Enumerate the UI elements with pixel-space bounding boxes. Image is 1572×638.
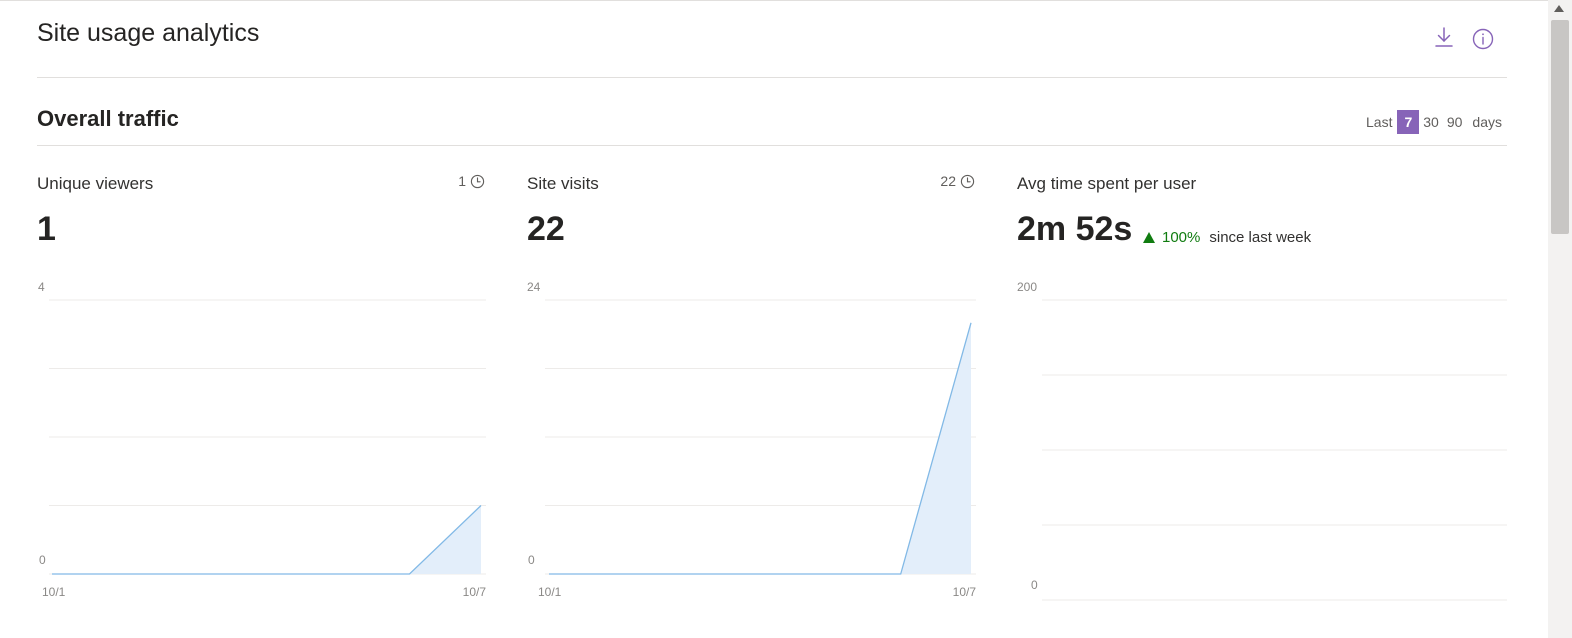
top-border: [0, 0, 1548, 1]
x-tick-label: 10/1: [42, 585, 66, 599]
x-tick-label: 10/1: [538, 585, 562, 599]
chart-site-visits: 24 0 10/1 10/7: [527, 280, 977, 599]
card-unique-viewers: Unique viewers 1 1 4 0 10/1 10/7: [37, 170, 487, 610]
y-tick-label: 0: [39, 553, 46, 567]
range-option-30[interactable]: 30: [1419, 110, 1443, 134]
scroll-up-icon[interactable]: [1554, 5, 1564, 12]
date-range-selector: Last 7 30 90 days: [1366, 110, 1502, 134]
series-area: [549, 322, 971, 574]
series-line: [549, 322, 972, 575]
vertical-scrollbar[interactable]: [1548, 0, 1572, 638]
x-tick-label: 10/7: [463, 585, 487, 599]
range-suffix: days: [1472, 114, 1502, 130]
y-tick-label: 200: [1017, 280, 1037, 294]
scrollbar-thumb[interactable]: [1551, 20, 1569, 234]
y-tick-label: 0: [1031, 578, 1038, 592]
range-option-7[interactable]: 7: [1397, 110, 1420, 134]
section-title: Overall traffic: [37, 106, 179, 131]
series-area: [52, 505, 481, 574]
page-title: Site usage analytics: [37, 19, 260, 47]
card-site-visits: Site visits 22 22 24 0 10/1 10/7: [527, 170, 977, 610]
x-tick-label: 10/7: [953, 585, 977, 599]
y-tick-label: 24: [527, 280, 541, 294]
y-tick-label: 0: [528, 553, 535, 567]
range-label: Last: [1366, 114, 1393, 130]
section-divider: [37, 145, 1507, 146]
range-option-90[interactable]: 90: [1443, 110, 1467, 134]
series-line: [52, 505, 482, 575]
card-avg-time: Avg time spent per user 2m 52s 100% sinc…: [1017, 170, 1508, 610]
header-divider: [37, 77, 1507, 78]
chart-avg-time: 2000: [1017, 280, 1507, 601]
info-icon[interactable]: [1471, 27, 1495, 51]
chart-unique-viewers: 4 0 10/1 10/7: [38, 280, 487, 599]
download-icon[interactable]: [1432, 25, 1456, 49]
y-tick-label: 4: [38, 280, 45, 294]
